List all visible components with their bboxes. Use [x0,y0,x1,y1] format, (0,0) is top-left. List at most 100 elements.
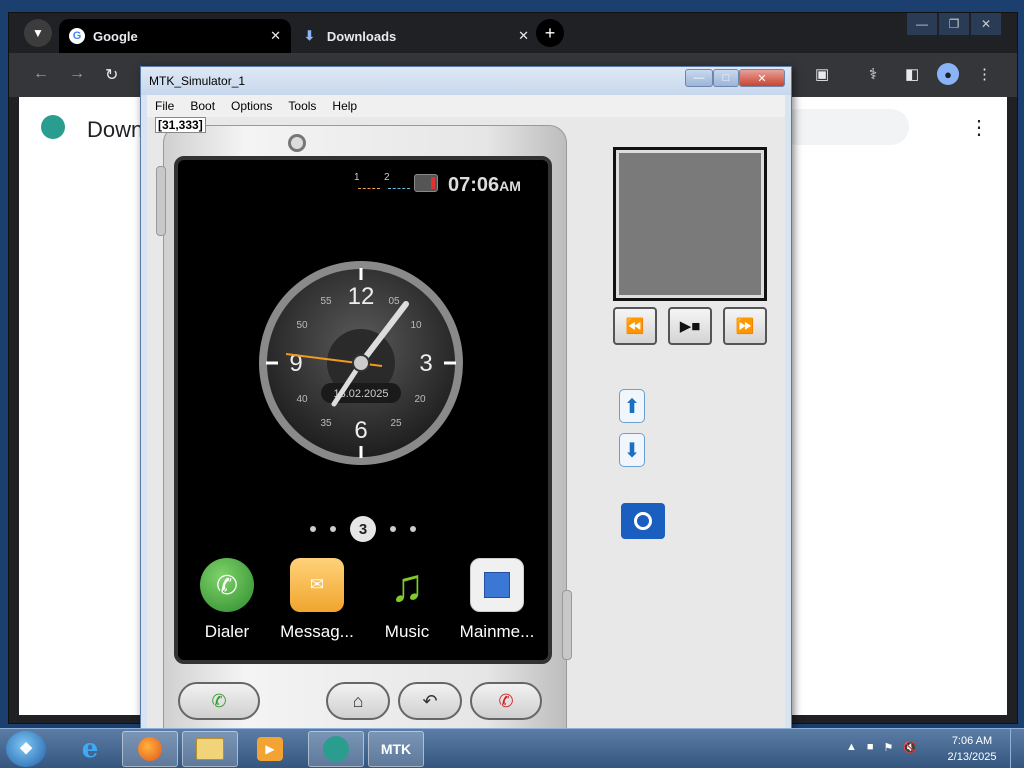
taskbar-internet-explorer[interactable]: e [62,731,118,767]
phone-device: 1 2 07:06AM 12 3 6 9 05 10 20 25 35 40 5… [156,125,572,745]
minor-numeral: 50 [296,320,308,331]
taskbar-file-explorer[interactable] [182,731,238,767]
page-dot[interactable] [410,526,416,532]
sim2-signal-icon [388,188,410,189]
action-center-flag-icon[interactable]: ⚑ [884,741,894,754]
end-call-key[interactable]: ✆ [470,682,542,720]
phone-icon: ✆ [200,558,254,612]
scroll-up-button[interactable]: ⬆ [619,389,645,423]
tab-google[interactable]: G Google ✕ [59,19,291,53]
clock-pivot [352,354,370,372]
phone-screen[interactable]: 1 2 07:06AM 12 3 6 9 05 10 20 25 35 40 5… [174,156,552,664]
search-downloads-input[interactable] [779,109,909,145]
app-main-menu[interactable]: Mainme... [452,558,542,642]
tab-search-button[interactable]: ▼ [24,19,52,47]
clock-time: 7:06 AM [951,735,993,747]
home-page-indicator: 3 [178,516,548,542]
download-icon: ⬇ [304,28,315,43]
back-icon[interactable]: ← [33,65,49,83]
battery-icon [414,174,438,192]
play-stop-button[interactable]: ▶■ [668,307,712,345]
app-label: Mainme... [459,622,535,641]
back-key[interactable]: ↶ [398,682,462,720]
minor-numeral: 25 [390,418,402,429]
menu-boot[interactable]: Boot [182,99,223,113]
system-tray: ▲ ■ ⚑ 🔇 [846,741,917,754]
music-note-icon: ♫ [389,559,425,611]
internet-explorer-icon: e [81,734,99,764]
back-arrow-icon: ↶ [422,690,438,711]
phone-icon: ✆ [211,690,227,711]
restore-icon[interactable]: ❐ [939,13,969,35]
extensions-icon[interactable]: ▣ [815,65,829,83]
close-icon[interactable]: ✕ [971,13,1001,35]
more-actions-icon[interactable]: ⋮ [969,115,989,140]
taskbar-app[interactable] [308,731,364,767]
app-label: Dialer [204,622,250,641]
scroll-down-button[interactable]: ⬇ [619,433,645,467]
camera-button[interactable] [621,503,665,539]
menu-options[interactable]: Options [223,99,280,113]
page-dot[interactable] [310,526,316,532]
menu-help[interactable]: Help [324,99,365,113]
fast-forward-button[interactable]: ⏩ [723,307,767,345]
tab-downloads[interactable]: ⬇ Downloads ✕ [294,19,539,53]
hang-up-icon: ✆ [498,690,514,711]
forward-icon[interactable]: → [69,65,85,83]
volume-muted-icon[interactable]: 🔇 [903,741,917,754]
close-icon[interactable]: ✕ [739,69,785,87]
status-time: 07:06AM [448,174,521,197]
app-music[interactable]: ♫ Music [362,558,452,642]
more-menu-icon[interactable]: ⋮ [977,65,992,83]
rewind-icon: ⏪ [625,318,645,335]
home-key[interactable]: ⌂ [326,682,390,720]
new-tab-button[interactable]: + [536,19,564,47]
fast-forward-icon: ⏩ [735,318,755,335]
google-g-icon: G [69,28,85,44]
preview-panel [613,147,767,301]
maximize-icon[interactable]: □ [713,69,739,87]
coordinate-readout: [31,333] [155,117,206,133]
tab-label: Downloads [326,28,397,44]
call-key[interactable]: ✆ [178,682,260,720]
reload-icon[interactable]: ↻ [105,65,118,85]
app-label: Messag... [280,622,354,641]
tab-close-icon[interactable]: ✕ [518,28,529,44]
taskbar-mtk[interactable]: MTK [368,731,424,767]
lab-flask-icon[interactable]: ⚕ [869,65,877,83]
firefox-icon [138,737,162,761]
main-menu-icon [470,558,524,612]
page-dot[interactable] [330,526,336,532]
app-dialer[interactable]: ✆ Dialer [182,558,272,642]
taskbar: ❖ e ▶ MTK ▲ ■ ⚑ 🔇 7:06 AM 2/13/2025 [0,728,1024,768]
page-dot[interactable] [390,526,396,532]
taskbar-firefox[interactable] [122,731,178,767]
taskbar-clock[interactable]: 7:06 AM 2/13/2025 [944,733,1000,765]
app-messages[interactable]: ✉ Messag... [272,558,362,642]
mtk-label: MTK [380,741,412,757]
home-icon: ⌂ [352,690,364,711]
tab-strip: ▼ G Google ✕ ⬇ Downloads ✕ + — ❐ ✕ [9,13,1017,53]
side-panel-icon[interactable]: ◧ [905,65,919,83]
menu-tools[interactable]: Tools [280,99,324,113]
analog-clock-widget[interactable]: 12 3 6 9 05 10 20 25 35 40 50 55 13.02.2… [256,258,466,468]
tab-close-icon[interactable]: ✕ [270,28,281,44]
current-page-badge[interactable]: 3 [350,516,376,542]
network-icon[interactable]: ■ [867,741,874,754]
minimize-icon[interactable]: — [907,13,937,35]
minimize-icon[interactable]: — [685,69,713,87]
menu-file[interactable]: File [147,99,182,113]
show-desktop-button[interactable] [1010,729,1024,768]
minor-numeral: 20 [414,394,426,405]
media-player-icon: ▶ [257,737,283,761]
numeral-12: 12 [348,283,375,310]
volume-side-button[interactable] [156,166,166,236]
side-button-right[interactable] [562,590,572,660]
profile-avatar-icon[interactable]: ● [937,63,959,85]
start-button[interactable]: ❖ [6,731,46,767]
minor-numeral: 40 [296,394,308,405]
menu-bar: File Boot Options Tools Help [147,95,785,117]
show-hidden-icons-icon[interactable]: ▲ [846,741,857,754]
rewind-button[interactable]: ⏪ [613,307,657,345]
taskbar-media-player[interactable]: ▶ [242,731,298,767]
